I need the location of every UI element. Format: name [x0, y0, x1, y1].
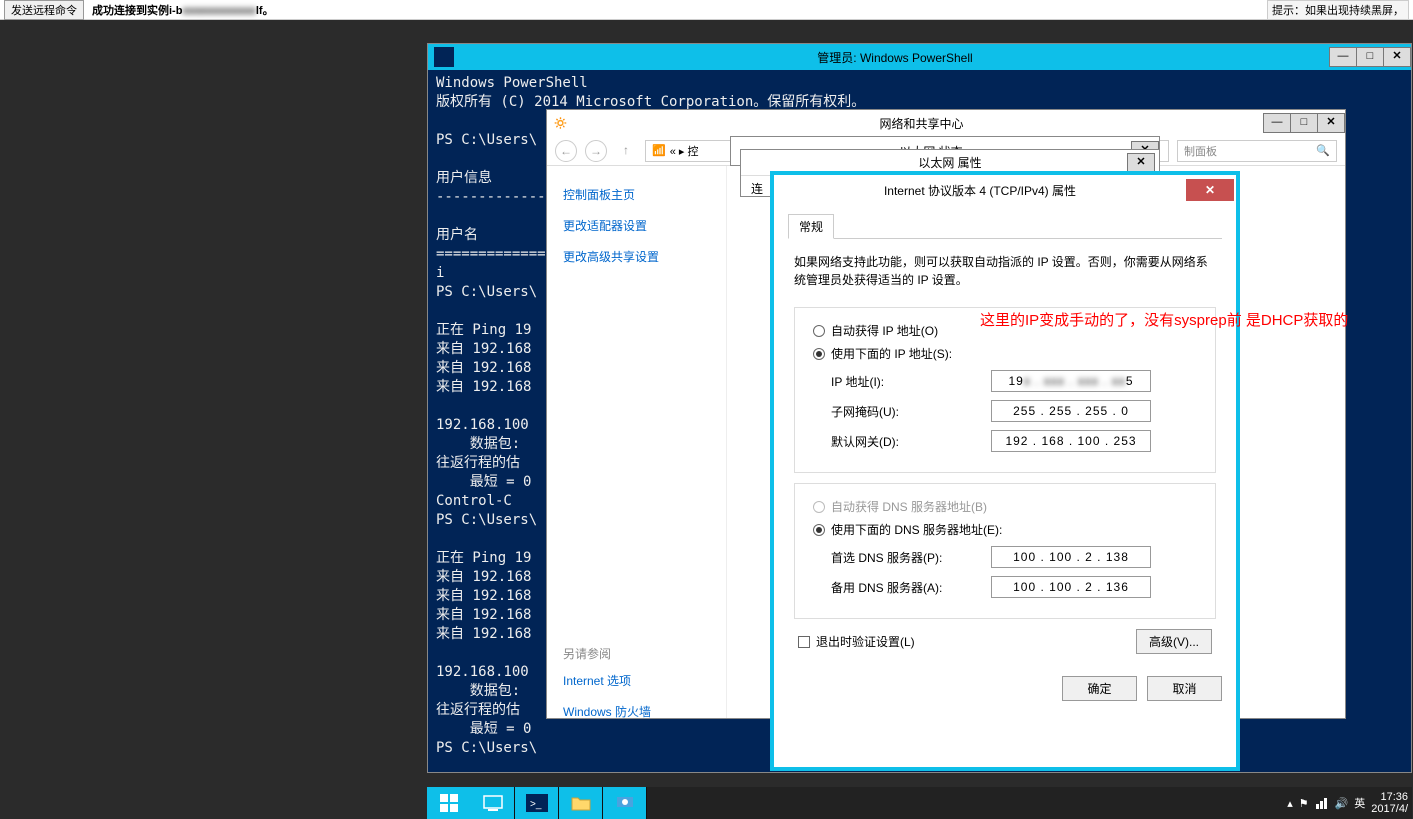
radio-manual-ip[interactable]: 使用下面的 IP 地址(S):: [813, 345, 1215, 362]
up-button[interactable]: ↑: [615, 140, 637, 162]
dns1-input[interactable]: 100 . 100 . 2 . 138: [991, 546, 1151, 568]
ipv4-properties-dialog: Internet 协议版本 4 (TCP/IPv4) 属性 ✕ 常规 如果网络支…: [770, 171, 1240, 771]
network-icon: [614, 794, 636, 812]
forward-button[interactable]: →: [585, 140, 607, 162]
tray-clock[interactable]: 17:362017/4/: [1371, 791, 1408, 815]
task-server-manager[interactable]: [471, 787, 515, 819]
maximize-button[interactable]: □: [1290, 113, 1318, 133]
server-manager-icon: [482, 794, 504, 812]
connection-status: 成功连接到实例i-bxxxxxxxxxxxxlf。: [92, 2, 274, 18]
see-also-header: 另请参阅: [563, 645, 710, 662]
tray-ime-icon[interactable]: 英: [1354, 795, 1365, 811]
remote-desktop-area: 管理员: Windows PowerShell — □ ✕ Windows Po…: [0, 20, 1413, 819]
powershell-task-icon: >_: [526, 794, 548, 812]
ok-button[interactable]: 确定: [1062, 676, 1137, 701]
tray-network-icon[interactable]: [1315, 796, 1329, 810]
gateway-input[interactable]: 192 . 168 . 100 . 253: [991, 430, 1151, 452]
radio-manual-dns[interactable]: 使用下面的 DNS 服务器地址(E):: [813, 521, 1215, 538]
minimize-button[interactable]: —: [1263, 113, 1291, 133]
task-powershell[interactable]: >_: [515, 787, 559, 819]
cp-titlebar[interactable]: 🔅 网络和共享中心 — □ ✕: [547, 110, 1345, 136]
cp-icon: 🔅: [553, 116, 573, 130]
dns1-label: 首选 DNS 服务器(P):: [831, 549, 991, 566]
link-firewall[interactable]: Windows 防火墙: [563, 703, 710, 720]
mask-label: 子网掩码(U):: [831, 403, 991, 420]
svg-text:>_: >_: [530, 799, 542, 810]
vnc-topbar: 发送远程命令 成功连接到实例i-bxxxxxxxxxxxxlf。 提示：如果出现…: [0, 0, 1413, 20]
maximize-button[interactable]: □: [1356, 47, 1384, 67]
tab-strip: 常规: [788, 213, 1222, 239]
gateway-label: 默认网关(D):: [831, 433, 991, 450]
ipv4-title: Internet 协议版本 4 (TCP/IPv4) 属性: [774, 182, 1186, 199]
link-internet-options[interactable]: Internet 选项: [563, 672, 710, 689]
minimize-button[interactable]: —: [1329, 47, 1357, 67]
tray-volume-icon[interactable]: 🔊: [1335, 797, 1349, 810]
search-icon: 🔍: [1316, 144, 1330, 157]
mask-input[interactable]: 255 . 255 . 255 . 0: [991, 400, 1151, 422]
dns2-input[interactable]: 100 . 100 . 2 . 136: [991, 576, 1151, 598]
tray-up-icon[interactable]: ▴: [1287, 797, 1293, 810]
folder-icon: [570, 794, 592, 812]
powershell-titlebar[interactable]: 管理员: Windows PowerShell — □ ✕: [428, 44, 1411, 70]
link-adv-sharing[interactable]: 更改高级共享设置: [563, 248, 710, 265]
task-control-panel[interactable]: [603, 787, 647, 819]
ip-label: IP 地址(I):: [831, 373, 991, 390]
cancel-button[interactable]: 取消: [1147, 676, 1222, 701]
cp-sidebar: 控制面板主页 更改适配器设置 更改高级共享设置 另请参阅 Internet 选项…: [547, 166, 727, 718]
info-text: 如果网络支持此功能，则可以获取自动指派的 IP 设置。否则，你需要从网络系统管理…: [794, 253, 1216, 289]
windows-icon: [440, 794, 458, 812]
tray-flag-icon[interactable]: ⚑: [1299, 797, 1309, 810]
hint-text: 提示：如果出现持续黑屏，: [1267, 0, 1409, 20]
back-button[interactable]: ←: [555, 140, 577, 162]
start-button[interactable]: [427, 787, 471, 819]
tab-general[interactable]: 常规: [788, 214, 834, 239]
close-button[interactable]: ✕: [1317, 113, 1345, 133]
cp-title: 网络和共享中心: [579, 115, 1264, 132]
link-adapter-settings[interactable]: 更改适配器设置: [563, 217, 710, 234]
send-remote-cmd-button[interactable]: 发送远程命令: [4, 0, 84, 20]
ip-input[interactable]: 19x . xxx . xxx . xx5: [991, 370, 1151, 392]
eth-prop-title: 以太网 属性: [741, 154, 1159, 171]
dns2-label: 备用 DNS 服务器(A):: [831, 579, 991, 596]
powershell-title: 管理员: Windows PowerShell: [460, 49, 1330, 66]
system-tray: ▴ ⚑ 🔊 英 17:362017/4/: [1287, 791, 1412, 815]
validate-label: 退出时验证设置(L): [816, 633, 915, 650]
advanced-button[interactable]: 高级(V)...: [1136, 629, 1212, 654]
task-explorer[interactable]: [559, 787, 603, 819]
powershell-icon: [434, 47, 454, 67]
close-button[interactable]: ✕: [1383, 47, 1411, 67]
close-button[interactable]: ✕: [1127, 153, 1155, 173]
search-input[interactable]: 制面板🔍: [1177, 140, 1337, 162]
link-cp-home[interactable]: 控制面板主页: [563, 186, 710, 203]
annotation-text: 这里的IP变成手动的了，没有sysprep前 是DHCP获取的: [980, 310, 1348, 331]
validate-checkbox[interactable]: [798, 636, 810, 648]
ipv4-titlebar[interactable]: Internet 协议版本 4 (TCP/IPv4) 属性 ✕: [774, 175, 1236, 205]
taskbar: >_ ▴ ⚑ 🔊 英 17:362017/4/: [427, 787, 1412, 819]
radio-auto-dns: 自动获得 DNS 服务器地址(B): [813, 498, 1215, 515]
close-button[interactable]: ✕: [1186, 179, 1234, 201]
